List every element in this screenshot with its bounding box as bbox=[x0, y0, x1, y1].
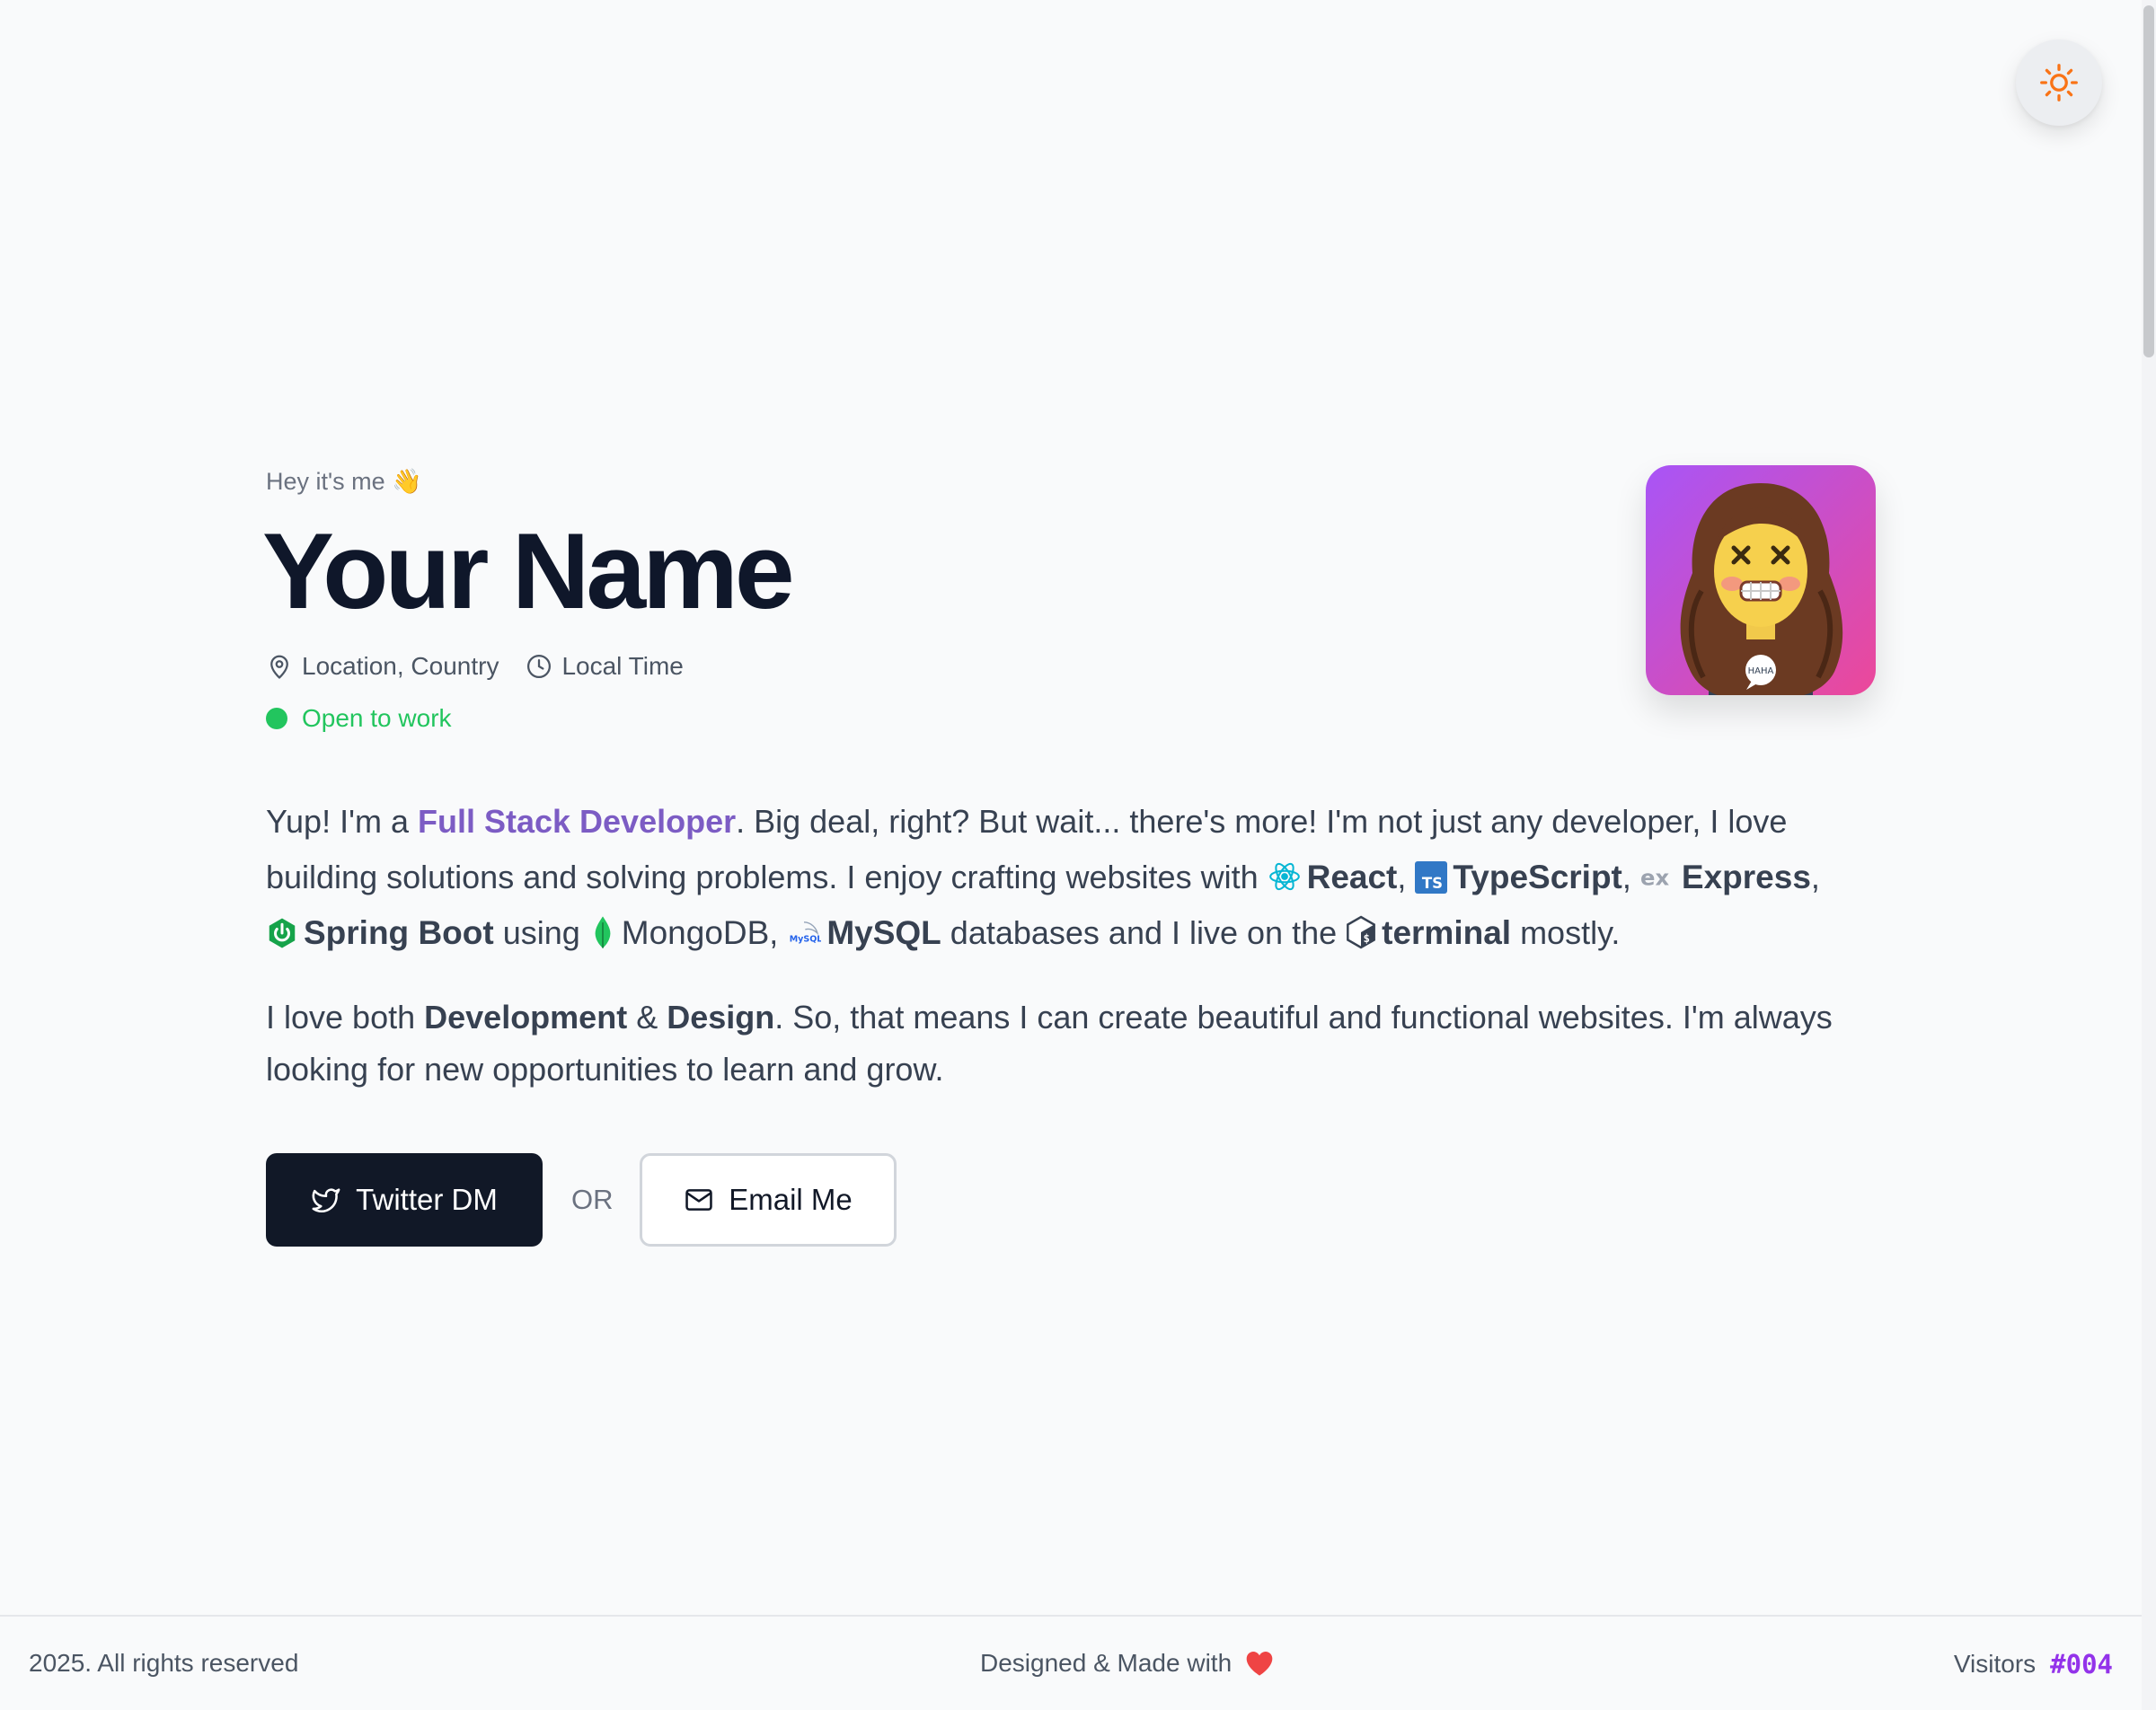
terminal-icon: $ bbox=[1347, 915, 1376, 949]
visitor-counter: Visitors #004 bbox=[1954, 1649, 2113, 1679]
development-highlight: Development bbox=[424, 999, 628, 1036]
map-pin-icon bbox=[270, 655, 288, 679]
tech-spring-boot: Spring Boot bbox=[266, 914, 494, 951]
visitors-label: Visitors bbox=[1953, 1650, 2037, 1678]
svg-text:HAHA: HAHA bbox=[1748, 666, 1774, 676]
design-highlight: Design bbox=[667, 999, 775, 1036]
made-with-text: Designed & Made with bbox=[980, 1649, 1233, 1677]
email-me-label: Email Me bbox=[729, 1183, 853, 1216]
local-time-text: Local Time bbox=[561, 652, 684, 680]
tech-label: Express bbox=[1681, 859, 1811, 895]
svg-text:$: $ bbox=[1364, 932, 1370, 945]
tech-mongodb: MongoDB bbox=[589, 914, 770, 951]
tech-terminal: $ terminal bbox=[1346, 914, 1511, 951]
tech-label: TypeScript bbox=[1453, 859, 1622, 895]
location-text: Location, Country bbox=[302, 652, 499, 680]
tech-label: MongoDB bbox=[621, 914, 770, 951]
theme-toggle-button[interactable] bbox=[2016, 40, 2102, 126]
status-dot-icon bbox=[266, 708, 287, 729]
contact-actions: Twitter DM OR Email Me bbox=[266, 1153, 897, 1247]
scrollbar-thumb[interactable] bbox=[2143, 5, 2154, 357]
bio-text: mostly. bbox=[1511, 914, 1621, 951]
bio-text: databases and I live on the bbox=[941, 914, 1347, 951]
email-me-button[interactable]: Email Me bbox=[640, 1153, 897, 1247]
tech-react: React bbox=[1268, 859, 1398, 895]
footer: 2025. All rights reserved Designed & Mad… bbox=[0, 1615, 2142, 1710]
typescript-icon: TS bbox=[1415, 861, 1448, 894]
copyright: 2025. All rights reserved bbox=[29, 1649, 299, 1677]
mail-icon bbox=[685, 1189, 712, 1211]
clock-icon bbox=[527, 655, 552, 678]
greeting-text: Hey it's me bbox=[266, 468, 385, 495]
twitter-dm-button[interactable]: Twitter DM bbox=[266, 1153, 543, 1247]
tech-label: Spring Boot bbox=[304, 914, 494, 951]
sun-icon bbox=[2040, 64, 2078, 101]
svg-text:TS: TS bbox=[1422, 875, 1443, 892]
twitter-bird-icon bbox=[312, 1188, 340, 1213]
bio-text: I love both bbox=[266, 999, 425, 1036]
greeting: Hey it's me 👋 bbox=[266, 467, 422, 496]
bio-text: & bbox=[627, 999, 667, 1036]
or-divider: OR bbox=[571, 1184, 614, 1215]
status-text: Open to work bbox=[302, 704, 452, 732]
bio-paragraph: Yup! I'm a Full Stack Developer. Big dea… bbox=[266, 794, 1883, 961]
mysql-icon: MySQL bbox=[790, 921, 823, 945]
bio-paragraph-2: I love both Development & Design. So, th… bbox=[266, 992, 1883, 1096]
tech-express: ex Express bbox=[1640, 859, 1811, 895]
heart-icon bbox=[1246, 1652, 1273, 1676]
express-icon: ex bbox=[1640, 865, 1669, 891]
avatar: HAHA bbox=[1646, 465, 1876, 695]
twitter-dm-label: Twitter DM bbox=[356, 1183, 498, 1216]
separator: , bbox=[769, 914, 779, 951]
tech-label: React bbox=[1306, 859, 1398, 895]
separator: , bbox=[1810, 859, 1820, 895]
bio-text: Yup! I'm a bbox=[266, 803, 418, 840]
local-time: Local Time bbox=[526, 652, 684, 681]
status-badge: Open to work bbox=[266, 704, 452, 733]
made-with: Designed & Made with bbox=[980, 1649, 1275, 1678]
react-icon bbox=[1268, 862, 1300, 891]
location: Location, Country bbox=[266, 652, 499, 681]
mongodb-icon bbox=[595, 916, 611, 948]
spring-boot-icon bbox=[269, 918, 296, 948]
visitors-count: #004 bbox=[2050, 1649, 2113, 1679]
meta-row: Location, Country Local Time bbox=[266, 652, 711, 681]
bio-text: using bbox=[493, 914, 589, 951]
wave-emoji-icon: 👋 bbox=[392, 468, 422, 495]
svg-text:MySQL: MySQL bbox=[790, 935, 821, 945]
avatar-illustration-icon: HAHA bbox=[1680, 483, 1843, 695]
tech-mysql: MySQL MySQL bbox=[787, 914, 941, 951]
role-highlight: Full Stack Developer bbox=[417, 803, 737, 840]
svg-text:ex: ex bbox=[1640, 865, 1669, 891]
separator: , bbox=[1397, 859, 1407, 895]
page-title: Your Name bbox=[262, 511, 795, 631]
tech-label: MySQL bbox=[826, 914, 941, 951]
tech-label: terminal bbox=[1382, 914, 1512, 951]
separator: , bbox=[1621, 859, 1631, 895]
tech-typescript: TS TypeScript bbox=[1415, 859, 1622, 895]
